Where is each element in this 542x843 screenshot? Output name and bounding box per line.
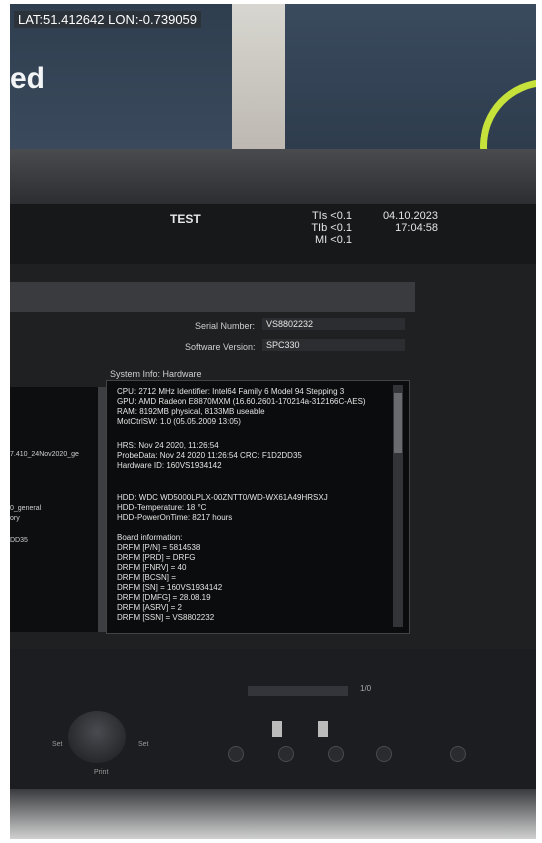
info-line: HDD: WDC WD5000LPLX-00ZNTT0/WD-WX61A49HR… [117,493,328,502]
date: 04.10.2023 [382,210,438,222]
info-line: DRFM [FNRV] = 40 [117,563,187,572]
probe-icon [318,721,328,737]
top-status-bar: TEST TIs <0.1 TIb <0.1 MI <0.1 04.10.202… [10,204,536,264]
info-line: RAM: 8192MB physical, 8133MB useable [117,407,265,416]
set-right-label: Set [138,741,149,748]
info-line: DRFM [DMFG] = 28.08.19 [117,593,211,602]
left-item: ory [10,515,20,522]
info-line: ProbeData: Nov 24 2020 11:26:54 CRC: F1D… [117,451,302,460]
desk-surface [10,789,536,839]
info-line: DRFM [ASRV] = 2 [117,603,182,612]
info-line: HDD-Temperature: 18 °C [117,503,207,512]
info-line: Board information: [117,533,183,542]
mi-index: MI <0.1 [315,234,352,246]
left-scrollbar[interactable] [98,387,106,632]
info-scrollbar[interactable] [393,385,403,627]
scroll-thumb[interactable] [394,393,402,453]
datetime: 04.10.2023 17:04:58 [370,210,438,234]
set-left-label: Set [52,741,63,748]
safety-indices: TIs <0.1 TIb <0.1 MI <0.1 [310,210,352,246]
monitor-top-edge [10,149,536,209]
trackball-knob[interactable] [68,711,126,763]
software-field: SPC330 [262,339,405,351]
tib-index: TIb <0.1 [311,222,352,234]
system-info-box: CPU: 2712 MHz Identifier: Intel64 Family… [106,380,410,634]
info-line: HDD-PowerOnTime: 8217 hours [117,513,233,522]
info-panel-header [10,282,415,312]
info-line: Hardware ID: 160VS1934142 [117,461,222,470]
tis-index: TIs <0.1 [311,210,352,222]
serial-field: VS8802232 [262,318,405,330]
ultrasound-screen: TEST TIs <0.1 TIb <0.1 MI <0.1 04.10.202… [10,204,536,649]
control-button[interactable] [278,746,294,762]
info-line: DRFM [SSN] = VS8802232 [117,613,215,622]
screen-title: TEST [170,212,201,226]
info-line: DRFM [BCSN] = [117,573,176,582]
info-line: CPU: 2712 MHz Identifier: Intel64 Family… [117,387,345,396]
sysinfo-title: System Info: Hardware [110,369,202,379]
left-item: DD35 [10,537,28,544]
left-item: 0_general [10,505,42,512]
info-line: HRS: Nov 24 2020, 11:26:54 [117,441,219,450]
frame-counter: 1/0 [360,684,372,693]
info-line: DRFM [PRD] = DRFG [117,553,196,562]
probe-icon [272,721,282,737]
control-button[interactable] [228,746,244,762]
control-button[interactable] [376,746,392,762]
software-label: Software Version: [185,342,256,352]
left-item: 7.410_24Nov2020_ge [10,451,79,458]
info-line: DRFM [SN] = 160VS1934142 [117,583,223,592]
cine-progress-bar [248,686,348,696]
control-button[interactable] [328,746,344,762]
serial-label: Serial Number: [195,321,256,331]
info-line: GPU: AMD Radeon E8870MXM (16.60.2601-170… [117,397,366,406]
gps-overlay: LAT:51.412642 LON:-0.739059 [14,11,202,28]
control-panel: 1/0 Set Set Print [10,649,536,789]
time: 17:04:58 [395,222,438,234]
control-button[interactable] [450,746,466,762]
photo: ed LAT:51.412642 LON:-0.739059 TEST TIs … [10,4,536,839]
left-list-pane: 7.410_24Nov2020_ge 0_general ory DD35 [10,387,106,632]
print-label: Print [94,769,109,776]
banner-text: ed [10,62,46,95]
info-line: DRFM [P/N] = 5814538 [117,543,201,552]
info-line: MotCtrlSW: 1.0 (05.05.2009 13:05) [117,417,241,426]
